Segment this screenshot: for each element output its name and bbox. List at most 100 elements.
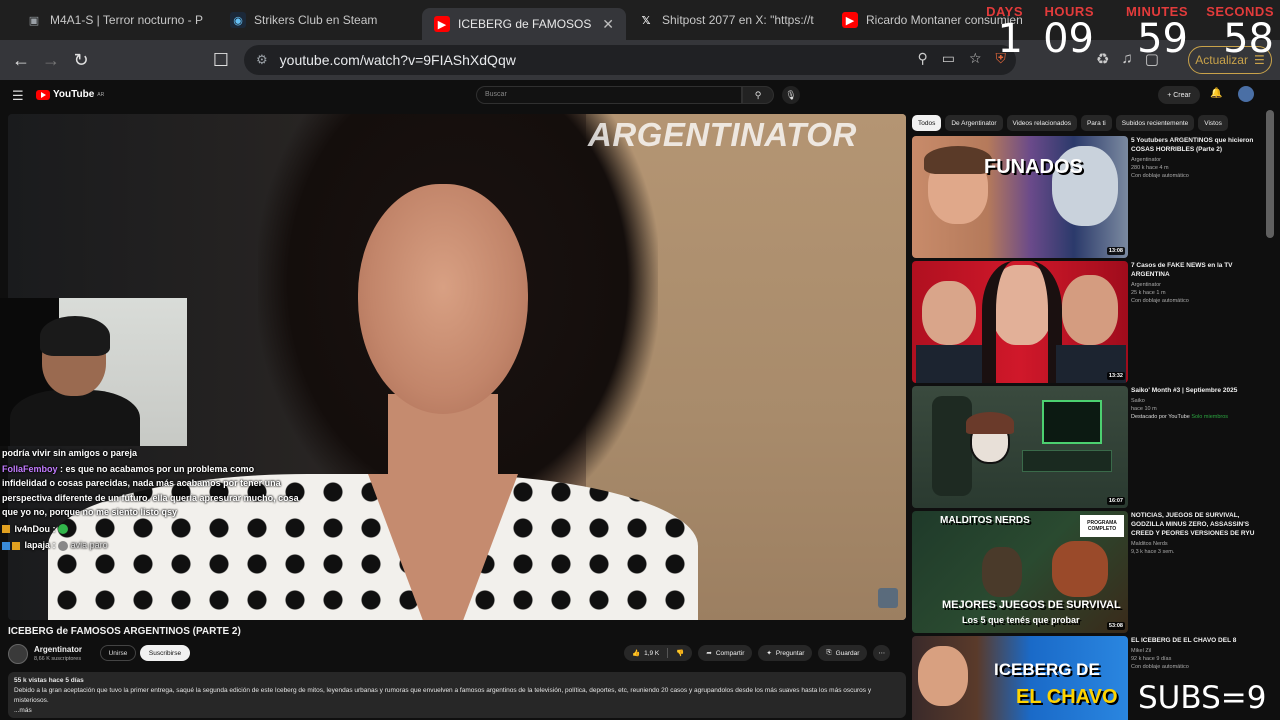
channel-name[interactable]: Saiko bbox=[1131, 397, 1261, 405]
channel-avatar[interactable] bbox=[8, 644, 28, 664]
browser-tab-active[interactable]: ▶ ICEBERG de FAMOSOS AR ✕ bbox=[422, 8, 626, 40]
chat-message: lapaja : avia paro bbox=[0, 538, 300, 553]
tab-title: ICEBERG de FAMOSOS AR bbox=[458, 17, 594, 31]
chip-watched[interactable]: Vistos bbox=[1198, 115, 1228, 131]
badge-icon bbox=[2, 525, 10, 534]
video-thumbnail[interactable]: MALDITOS NERDS PROGRAMA COMPLETO MEJORES… bbox=[912, 511, 1128, 633]
thumb-badge: PROGRAMA COMPLETO bbox=[1080, 515, 1124, 537]
chat-username: FollaFemboy bbox=[2, 463, 58, 474]
more-actions-button[interactable]: ⋯ bbox=[873, 645, 890, 661]
thumb-text: MEJORES JUEGOS DE SURVIVAL bbox=[942, 599, 1121, 611]
thumb-text: FUNADOS bbox=[984, 156, 1083, 178]
thumb-text: ICEBERG DE bbox=[994, 660, 1100, 679]
chip-related[interactable]: Videos relacionados bbox=[1006, 115, 1077, 131]
subs-counter-overlay: SUBS=9 bbox=[1138, 680, 1267, 716]
hours-value: 09 bbox=[1043, 16, 1094, 62]
emote-icon bbox=[58, 524, 69, 535]
url-text: youtube.com/watch?v=9FIAShXdQqw bbox=[279, 52, 516, 68]
more-link[interactable]: ...más bbox=[14, 706, 900, 716]
chat-message: FollaFemboy : es que no acabamos por un … bbox=[0, 462, 300, 520]
hamburger-icon[interactable]: ☰ bbox=[12, 88, 24, 104]
video-title[interactable]: 7 Casos de FAKE NEWS en la TV ARGENTINA bbox=[1131, 261, 1261, 279]
search-icon[interactable]: ⚲ bbox=[742, 86, 774, 104]
video-title[interactable]: NOTICIAS, JUEGOS DE SURVIVAL, GODZILLA M… bbox=[1131, 511, 1261, 538]
url-field[interactable]: ⚙ youtube.com/watch?v=9FIAShXdQqw ⚲ ▭ ☆ … bbox=[244, 45, 1016, 75]
browser-tab[interactable]: ▣ M4A1-S | Terror nocturno - P bbox=[14, 4, 218, 36]
chip-recent[interactable]: Subidos recientemente bbox=[1115, 115, 1195, 131]
back-icon[interactable]: ← bbox=[6, 45, 36, 75]
video-info: EL ICEBERG DE EL CHAVO DEL 8 Mikel Zil 9… bbox=[1131, 636, 1261, 671]
description-text: Debido a la gran aceptación que tuvo la … bbox=[14, 687, 872, 704]
video-thumbnail[interactable]: ICEBERG DE EL CHAVO bbox=[912, 636, 1128, 720]
ask-button[interactable]: ✦ Preguntar bbox=[758, 645, 813, 661]
youtube-logo[interactable]: YouTube AR bbox=[36, 89, 104, 100]
forward-icon[interactable]: → bbox=[36, 45, 66, 75]
recommended-video[interactable]: MALDITOS NERDS PROGRAMA COMPLETO MEJORES… bbox=[912, 511, 1262, 633]
x-icon: 𝕏 bbox=[641, 14, 651, 27]
seconds-value: 58 bbox=[1223, 16, 1274, 62]
recommended-video[interactable]: 16:07 Saiko' Month #3 | Septiembre 2025 … bbox=[912, 386, 1262, 508]
recommended-video[interactable]: 13:32 7 Casos de FAKE NEWS en la TV ARGE… bbox=[912, 261, 1262, 383]
video-info: 5 Youtubers ARGENTINOS que hicieron COSA… bbox=[1131, 136, 1261, 180]
video-thumbnail[interactable]: 16:07 bbox=[912, 386, 1128, 508]
share-button[interactable]: ➦ Compartir bbox=[698, 645, 753, 661]
chat-username: lv4nDou bbox=[14, 523, 51, 534]
thumbs-down-icon[interactable]: 👎 bbox=[676, 649, 684, 657]
recommended-video[interactable]: FUNADOS 13:08 5 Youtubers ARGENTINOS que… bbox=[912, 136, 1262, 258]
video-frame-face bbox=[358, 184, 528, 414]
video-title[interactable]: EL ICEBERG DE EL CHAVO DEL 8 bbox=[1131, 636, 1261, 645]
create-button[interactable]: + Crear bbox=[1158, 86, 1200, 104]
like-count: 1,9 K bbox=[644, 649, 660, 657]
video-thumbnail[interactable]: FUNADOS 13:08 bbox=[912, 136, 1128, 258]
video-meta: 92 k hace 9 días bbox=[1131, 656, 1172, 662]
channel-name[interactable]: Argentinator bbox=[34, 645, 82, 654]
close-icon[interactable]: ✕ bbox=[602, 16, 614, 33]
channel-name[interactable]: Malditos Nerds bbox=[1131, 540, 1261, 548]
bookmark-icon[interactable]: ☐ bbox=[206, 45, 236, 75]
bell-icon[interactable]: 🔔 bbox=[1210, 88, 1222, 99]
chip-from-channel[interactable]: De Argentinator bbox=[945, 115, 1003, 131]
zoom-icon[interactable]: ⚲ bbox=[917, 50, 927, 67]
like-button[interactable]: 👍 1,9 K 👎 bbox=[624, 645, 693, 661]
video-description[interactable]: 55 k vistas hace 5 días Debido a la gran… bbox=[8, 672, 906, 718]
chip-for-you[interactable]: Para ti bbox=[1080, 115, 1112, 131]
save-button[interactable]: ⎘ Guardar bbox=[818, 645, 868, 661]
video-actions: 👍 1,9 K 👎 ➦ Compartir ✦ Preguntar ⎘ Guar… bbox=[624, 645, 890, 661]
channel-watermark-icon[interactable] bbox=[878, 588, 898, 608]
thumb-monitor bbox=[1022, 450, 1112, 472]
subscriber-count: 8,66 K suscriptores bbox=[34, 656, 82, 662]
thumbs-up-icon: 👍 bbox=[632, 650, 641, 657]
chip-all[interactable]: Todos bbox=[912, 115, 942, 131]
thumb-top-text: MALDITOS NERDS bbox=[940, 515, 1030, 526]
sidebar-scrollbar[interactable] bbox=[1266, 110, 1274, 238]
duration-badge: 53:08 bbox=[1106, 622, 1125, 630]
video-info: 7 Casos de FAKE NEWS en la TV ARGENTINA … bbox=[1131, 261, 1261, 305]
steam-icon: ◉ bbox=[230, 12, 246, 28]
channel-name[interactable]: Argentinator bbox=[1131, 281, 1261, 289]
site-info-icon[interactable]: ⚙ bbox=[256, 52, 268, 68]
chat-text: avia paro bbox=[70, 540, 108, 550]
join-button[interactable]: Unirse bbox=[100, 645, 136, 661]
youtube-icon: ▶ bbox=[842, 12, 858, 28]
video-title[interactable]: 5 Youtubers ARGENTINOS que hicieron COSA… bbox=[1131, 136, 1261, 154]
video-thumbnail[interactable]: 13:32 bbox=[912, 261, 1128, 383]
video-title[interactable]: Saiko' Month #3 | Septiembre 2025 bbox=[1131, 386, 1261, 395]
cast-icon[interactable]: ▭ bbox=[942, 50, 955, 67]
mic-icon[interactable]: 🎙 bbox=[782, 86, 800, 104]
subscribe-button[interactable]: Suscribirse bbox=[140, 645, 190, 661]
channel-name[interactable]: Mikel Zil bbox=[1131, 647, 1261, 655]
thumb-subtext: Los 5 que tenés que probar bbox=[962, 615, 1080, 625]
emote-icon bbox=[58, 540, 69, 551]
search-input[interactable]: Buscar bbox=[476, 86, 742, 104]
avatar[interactable] bbox=[1238, 86, 1254, 102]
browser-tab[interactable]: ◉ Strikers Club en Steam bbox=[218, 4, 422, 36]
channel-name[interactable]: Argentinator bbox=[1131, 156, 1261, 164]
youtube-icon: ▶ bbox=[434, 16, 450, 32]
video-watermark: ARGENTINATOR bbox=[588, 116, 857, 153]
thumb-suit bbox=[916, 345, 982, 383]
reload-icon[interactable]: ↻ bbox=[66, 45, 96, 75]
browser-tab[interactable]: 𝕏 Shitpost 2077 en X: "https://t bbox=[626, 4, 830, 36]
thumb-character bbox=[918, 646, 968, 706]
save-label: Guardar bbox=[835, 649, 860, 657]
days-value: 1 bbox=[997, 16, 1023, 62]
